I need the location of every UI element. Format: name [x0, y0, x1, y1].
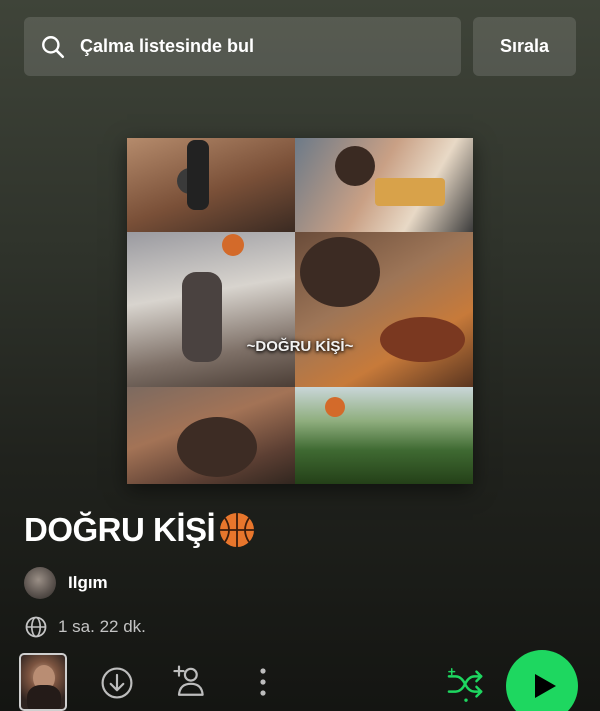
- shuffle-button[interactable]: [445, 664, 487, 704]
- more-vertical-icon: [260, 668, 266, 696]
- search-bar[interactable]: Çalma listesinde bul: [24, 17, 461, 76]
- avatar: [24, 567, 56, 599]
- add-collaborator-button[interactable]: [167, 660, 211, 704]
- download-button[interactable]: [97, 663, 137, 703]
- cover-tile-basketball: [127, 138, 295, 232]
- cover-tile-cake: [295, 232, 473, 387]
- play-button[interactable]: [506, 650, 578, 711]
- action-bar: [0, 650, 600, 711]
- cover-tile-hug: [127, 387, 295, 484]
- owner-name: Ilgım: [68, 573, 108, 592]
- download-icon: [101, 667, 133, 699]
- cover-overlay-text: ~DOĞRU KİŞİ~: [246, 338, 354, 355]
- sort-button[interactable]: Sırala: [473, 17, 576, 76]
- playlist-title-text: DOĞRU KİŞİ: [24, 511, 216, 548]
- cover-tile-kitchen: [295, 138, 473, 232]
- playlist-cover: ~DOĞRU KİŞİ~: [127, 138, 473, 484]
- playlist-title: DOĞRU KİŞİ: [24, 510, 257, 550]
- cover-tile-hoop: [295, 387, 473, 484]
- playlist-owner[interactable]: Ilgım: [24, 567, 108, 599]
- shuffle-icon: [447, 668, 483, 702]
- globe-icon: [25, 616, 47, 638]
- playlist-meta: 1 sa. 22 dk.: [24, 615, 146, 639]
- add-user-icon: [173, 665, 204, 696]
- cover-tile-dunk: [127, 232, 295, 387]
- search-placeholder: Çalma listesinde bul: [80, 36, 255, 56]
- basketball-icon: [220, 513, 255, 547]
- more-options-button[interactable]: [248, 662, 278, 702]
- play-icon: [535, 674, 556, 698]
- search-icon: [42, 35, 65, 58]
- playlist-duration: 1 sa. 22 dk.: [58, 617, 146, 636]
- playlist-thumbnail[interactable]: [19, 653, 67, 711]
